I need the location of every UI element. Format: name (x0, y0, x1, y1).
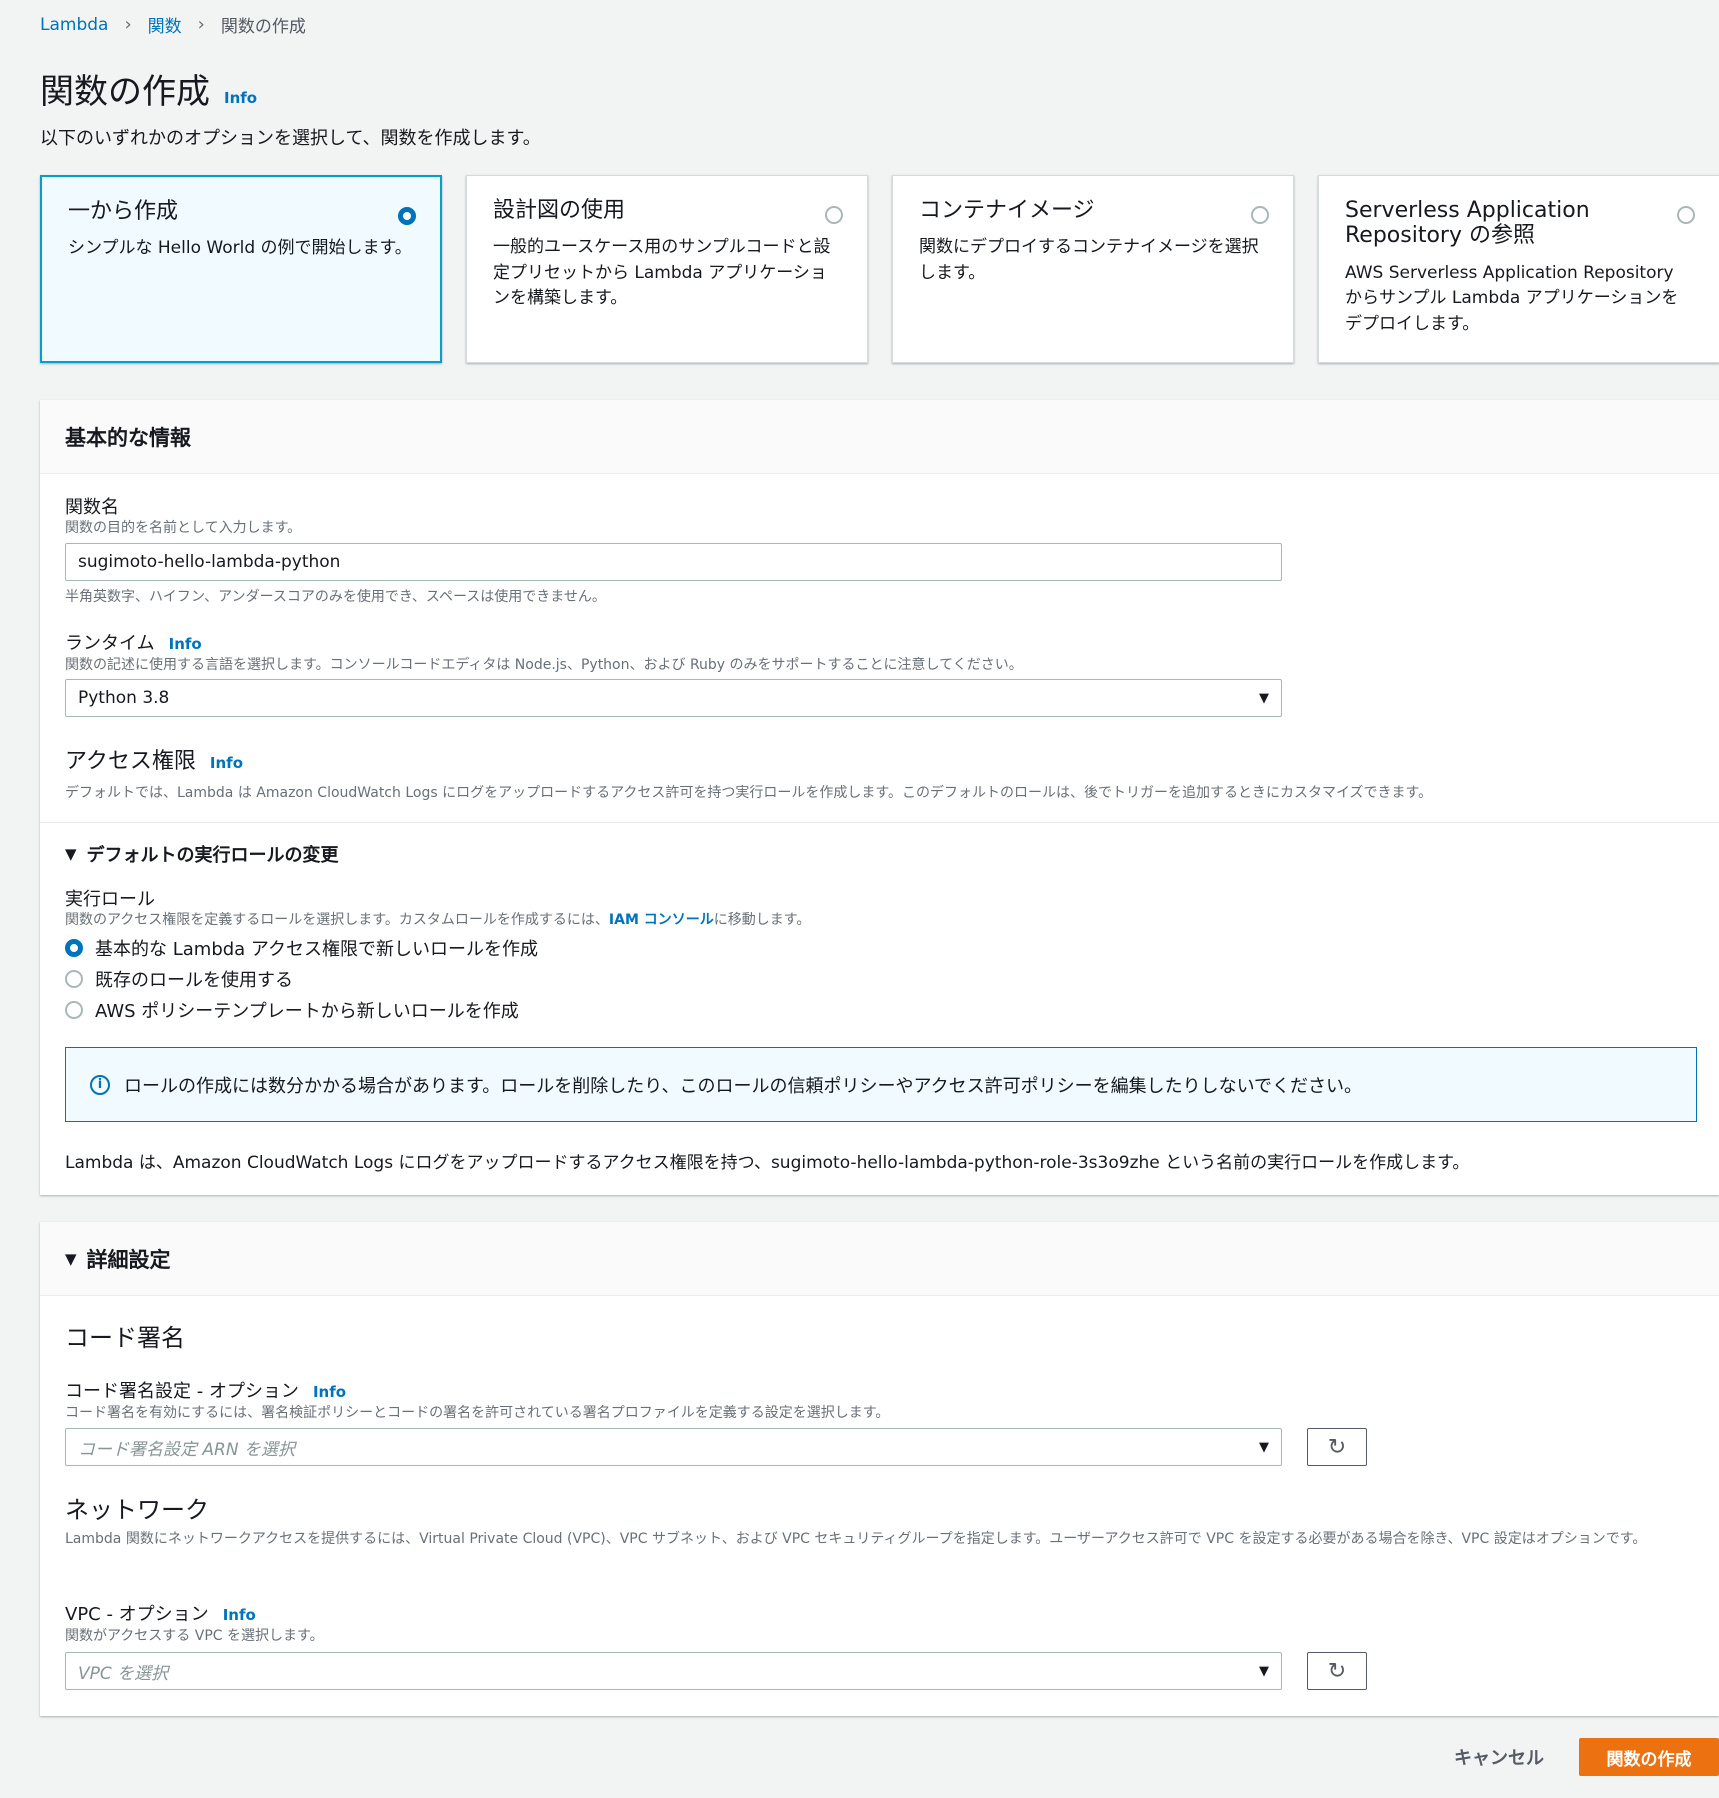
refresh-button[interactable]: ↻ (1307, 1652, 1367, 1690)
refresh-button[interactable]: ↻ (1307, 1428, 1367, 1466)
breadcrumb-functions[interactable]: 関数 (148, 12, 182, 37)
create-function-button[interactable]: 関数の作成 (1579, 1738, 1719, 1776)
radio-icon[interactable] (825, 206, 843, 224)
divider (40, 822, 1719, 823)
page-header: 関数の作成 Info (40, 64, 257, 113)
advanced-settings-panel: ▼ 詳細設定 コード署名 コード署名設定 - オプション Info コード署名を… (40, 1222, 1719, 1716)
info-icon: i (90, 1074, 110, 1095)
exec-role-desc: 関数のアクセス権限を定義するロールを選択します。カスタムロールを作成するには、I… (65, 909, 810, 929)
code-signing-label: コード署名設定 - オプション (65, 1381, 299, 1402)
function-name-input[interactable]: sugimoto-hello-lambda-python (65, 543, 1282, 581)
creation-options: 一から作成 シンプルな Hello World の例で開始します。 設計図の使用… (40, 175, 1719, 365)
vpc-placeholder: VPC を選択 (78, 1663, 169, 1684)
breadcrumb-current: 関数の作成 (220, 17, 306, 37)
basic-info-panel: 基本的な情報 関数名 関数の目的を名前として入力します。 sugimoto-he… (40, 400, 1719, 1195)
code-signing-label-row: コード署名設定 - オプション Info (65, 1377, 346, 1403)
vpc-label: VPC - オプション (65, 1604, 209, 1625)
option-desc: 関数にデプロイするコンテナイメージを選択します。 (919, 237, 1259, 283)
option-desc: 一般的ユースケース用のサンプルコードと設定プリセットから Lambda アプリケ… (493, 237, 831, 309)
option-desc: シンプルな Hello World の例で開始します。 (68, 238, 412, 259)
chevron-right-icon: › (197, 14, 205, 35)
permissions-label: アクセス権限 (65, 749, 196, 774)
role-option-label: 既存のロールを使用する (95, 970, 293, 991)
vpc-label-row: VPC - オプション Info (65, 1600, 256, 1626)
radio-icon[interactable] (1677, 206, 1695, 224)
option-serverless-repo[interactable]: Serverless Application Repository の参照 AW… (1318, 175, 1719, 363)
panel-header[interactable]: ▼ 詳細設定 (40, 1222, 1719, 1296)
iam-console-link[interactable]: IAM コンソール (609, 912, 714, 928)
exec-role-label: 実行ロール (65, 889, 155, 910)
radio-selected-icon[interactable] (65, 939, 83, 957)
dropdown-arrow-icon: ▼ (1259, 1663, 1269, 1679)
role-option-existing[interactable]: 既存のロールを使用する (65, 966, 293, 992)
refresh-icon: ↻ (1327, 1434, 1347, 1460)
option-title: コンテナイメージ (919, 198, 1095, 223)
vpc-info-link[interactable]: Info (223, 1606, 256, 1624)
option-blueprint[interactable]: 設計図の使用 一般的ユースケース用のサンプルコードと設定プリセットから Lamb… (466, 175, 868, 363)
code-signing-placeholder: コード署名設定 ARN を選択 (78, 1439, 295, 1460)
function-name-desc: 関数の目的を名前として入力します。 (65, 520, 302, 536)
page-title: 関数の作成 (40, 72, 210, 112)
function-name-hint: 半角英数字、ハイフン、アンダースコアのみを使用でき、スペースは使用できません。 (65, 589, 606, 605)
function-name-label: 関数名 (65, 497, 119, 518)
role-option-policy-template[interactable]: AWS ポリシーテンプレートから新しいロールを作成 (65, 997, 519, 1023)
breadcrumb-lambda[interactable]: Lambda (40, 15, 108, 35)
role-toggle[interactable]: ▼ デフォルトの実行ロールの変更 (65, 841, 339, 867)
network-desc: Lambda 関数にネットワークアクセスを提供するには、Virtual Priv… (65, 1531, 1647, 1547)
page-description: 以下のいずれかのオプションを選択して、関数を作成します。 (40, 128, 541, 149)
role-option-basic[interactable]: 基本的な Lambda アクセス権限で新しいロールを作成 (65, 935, 538, 961)
alert-text: ロールの作成には数分かかる場合があります。ロールを削除したり、このロールの信頼ポ… (124, 1075, 1363, 1097)
option-author-from-scratch[interactable]: 一から作成 シンプルな Hello World の例で開始します。 (40, 175, 442, 363)
code-signing-title: コード署名 (65, 1324, 185, 1352)
role-option-label: AWS ポリシーテンプレートから新しいロールを作成 (95, 1001, 519, 1022)
vpc-desc: 関数がアクセスする VPC を選択します。 (65, 1628, 324, 1644)
radio-selected-icon[interactable] (398, 207, 416, 225)
option-title: Serverless Application Repository の参照 (1345, 198, 1590, 249)
info-alert: i ロールの作成には数分かかる場合があります。ロールを削除したり、このロールの信… (65, 1047, 1697, 1122)
code-signing-select[interactable]: コード署名設定 ARN を選択 ▼ (65, 1428, 1282, 1466)
runtime-info-link[interactable]: Info (169, 635, 202, 653)
option-title: 設計図の使用 (493, 198, 626, 223)
code-signing-info-link[interactable]: Info (313, 1383, 346, 1401)
option-title: 一から作成 (68, 199, 179, 224)
panel-title: 詳細設定 (86, 1247, 171, 1272)
runtime-select[interactable]: Python 3.8 ▼ (65, 679, 1282, 717)
dropdown-arrow-icon: ▼ (1259, 690, 1269, 706)
exec-role-desc-text-end: に移動します。 (713, 912, 811, 928)
caret-down-icon: ▼ (65, 845, 77, 863)
permissions-info-link[interactable]: Info (210, 754, 243, 772)
cancel-button[interactable]: キャンセル (1442, 1738, 1556, 1776)
code-signing-desc: コード署名を有効にするには、署名検証ポリシーとコードの署名を許可されている署名プ… (65, 1405, 890, 1421)
radio-icon[interactable] (65, 1001, 83, 1019)
runtime-label: ランタイム (65, 633, 155, 654)
breadcrumb: Lambda › 関数 › 関数の作成 (40, 12, 306, 37)
role-toggle-label: デフォルトの実行ロールの変更 (86, 845, 339, 866)
runtime-desc: 関数の記述に使用する言語を選択します。コンソールコードエディタは Node.js… (65, 657, 1023, 673)
vpc-select[interactable]: VPC を選択 ▼ (65, 1652, 1282, 1690)
permissions-label-row: アクセス権限 Info (65, 743, 243, 775)
refresh-icon: ↻ (1327, 1658, 1347, 1684)
role-option-label: 基本的な Lambda アクセス権限で新しいロールを作成 (95, 939, 539, 960)
runtime-label-row: ランタイム Info (65, 629, 202, 655)
option-container-image[interactable]: コンテナイメージ 関数にデプロイするコンテナイメージを選択します。 (892, 175, 1294, 363)
option-desc: AWS Serverless Application Repository から… (1345, 262, 1679, 334)
radio-icon[interactable] (65, 970, 83, 988)
panel-header: 基本的な情報 (40, 400, 1719, 474)
radio-icon[interactable] (1251, 206, 1269, 224)
runtime-value: Python 3.8 (78, 688, 170, 708)
info-link[interactable]: Info (224, 89, 257, 107)
caret-down-icon: ▼ (65, 1249, 77, 1268)
exec-role-desc-text: 関数のアクセス権限を定義するロールを選択します。カスタムロールを作成するには、 (65, 912, 609, 928)
panel-title: 基本的な情報 (65, 425, 191, 450)
network-title: ネットワーク (65, 1496, 209, 1524)
permissions-desc: デフォルトでは、Lambda は Amazon CloudWatch Logs … (65, 785, 1433, 801)
dropdown-arrow-icon: ▼ (1259, 1439, 1269, 1455)
chevron-right-icon: › (124, 14, 132, 35)
role-note: Lambda は、Amazon CloudWatch Logs にログをアップロ… (65, 1153, 1470, 1173)
